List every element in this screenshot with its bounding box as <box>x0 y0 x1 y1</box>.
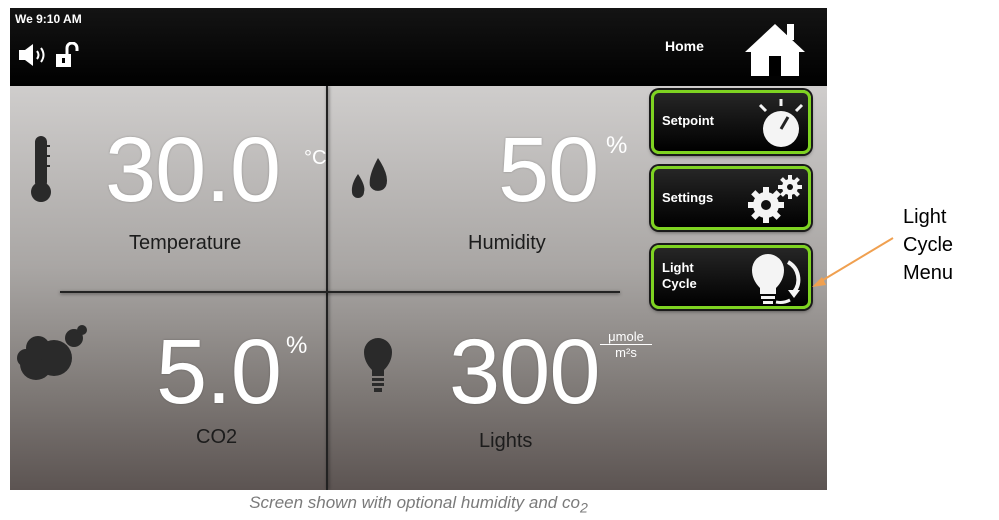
light-cycle-menu-annotation: Light Cycle Menu <box>903 203 953 287</box>
annotation-line2: Cycle <box>903 234 954 256</box>
caption-subscript: 2 <box>579 500 588 517</box>
annotation-line3: Menu <box>903 262 954 284</box>
annotation-arrow <box>812 237 894 287</box>
caption-text: Screen shown with optional humidity and … <box>249 493 580 512</box>
figure-caption: Screen shown with optional humidity and … <box>0 493 837 516</box>
annotation-line1: Light <box>903 206 947 228</box>
